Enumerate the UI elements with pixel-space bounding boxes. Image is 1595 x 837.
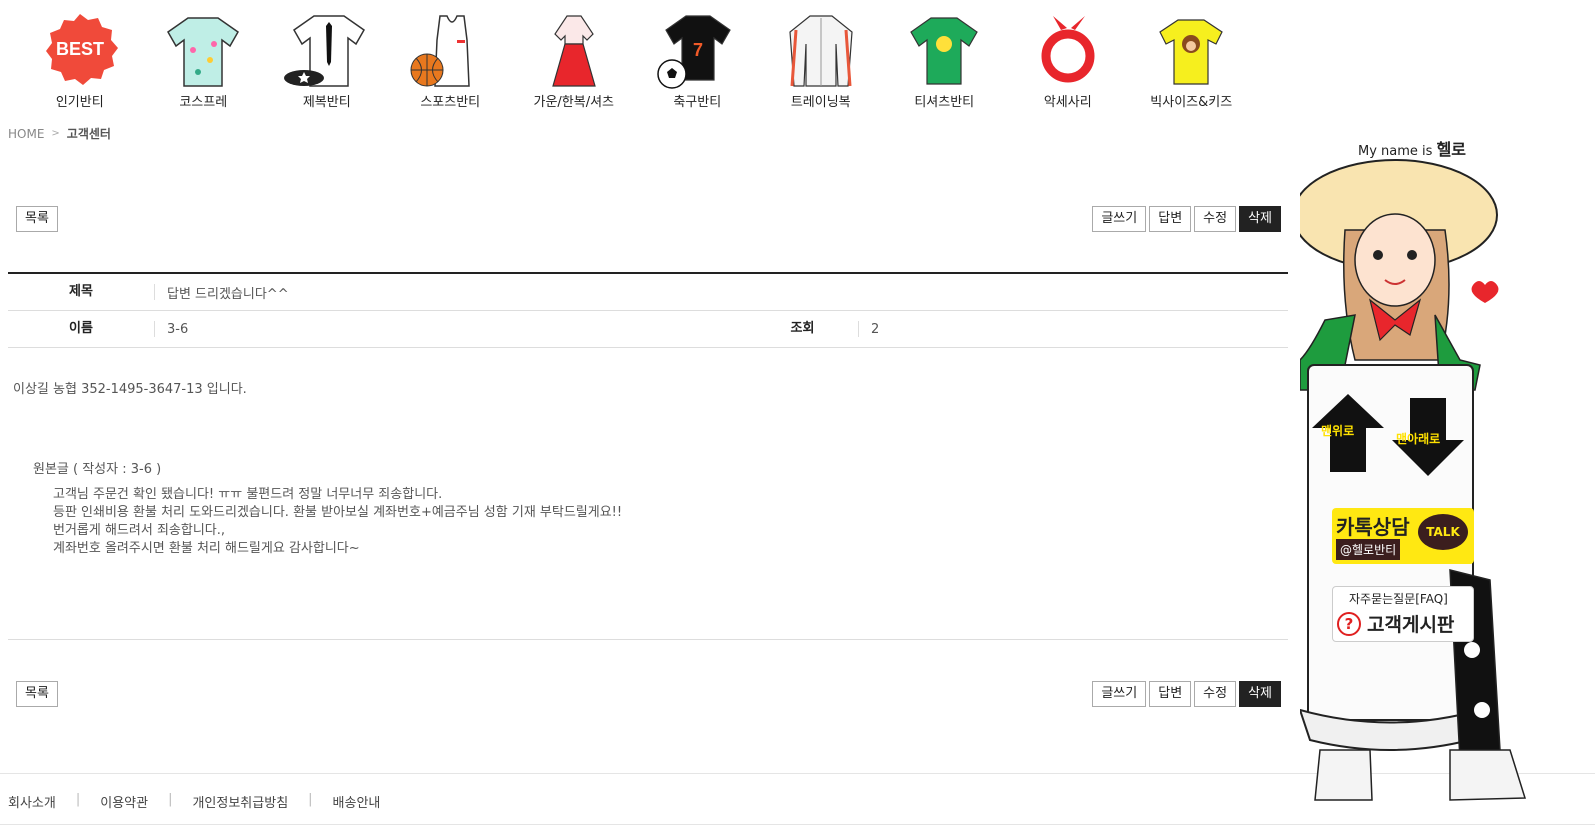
post-content: 이상길 농협 352-1495-3647-13 입니다. 원본글 ( 작성자 :… (8, 344, 1288, 640)
category-accessory[interactable]: 악세사리 (1006, 10, 1130, 110)
scroll-top-button[interactable]: 맨위로 (1308, 392, 1388, 474)
edit-button[interactable]: 수정 (1194, 206, 1237, 232)
category-tshirt[interactable]: 티셔츠반티 (883, 10, 1007, 110)
category-label: 가운/한복/셔츠 (533, 95, 615, 110)
original-line: 번거롭게 해드려서 죄송합니다., (53, 523, 226, 538)
delete-button[interactable]: 삭제 (1239, 681, 1281, 707)
scroll-top-label: 맨위로 (1321, 424, 1355, 438)
category-cosplay[interactable]: 코스프레 (142, 10, 266, 110)
scroll-bottom-button[interactable]: 맨아래로 (1388, 396, 1468, 478)
original-line: 등판 인쇄비용 환불 처리 도와드리겠습니다. 환불 받아보실 계좌번호+예금주… (53, 505, 623, 520)
category-label: 축구반티 (673, 95, 722, 110)
divider: | (168, 792, 173, 807)
original-line: 계좌번호 올려주시면 환불 처리 해드릴게요 감사합니다~ (53, 541, 360, 556)
svg-text:7: 7 (693, 40, 703, 60)
list-button[interactable]: 목록 (16, 681, 58, 707)
category-nav: BEST 인기반티 코스프레 제복반티 스포츠반티 가운/한복/셔츠 7 축구반… (18, 10, 1253, 110)
footer-link-privacy[interactable]: 개인정보취급방침 (192, 792, 288, 811)
category-label: 제복반티 (302, 95, 351, 110)
footer-links: 회사소개 | 이용약관 | 개인정보취급방침 | 배송안내 (8, 792, 380, 811)
subject-label: 제목 (8, 284, 155, 300)
category-gown-hanbok[interactable]: 가운/한복/셔츠 (512, 10, 636, 110)
side-quick-menu: My name is 헬로 맨위로 맨아래로 카톡상담 @헬로반티 TALK 자… (1300, 130, 1580, 820)
customer-board-button[interactable]: 자주묻는질문[FAQ] ? 고객게시판 (1332, 586, 1474, 642)
footer-link-terms[interactable]: 이용약관 (100, 792, 148, 811)
category-label: 티셔츠반티 (914, 95, 975, 110)
kakao-talk-title: 카톡상담 (1336, 515, 1410, 539)
question-icon: ? (1337, 612, 1361, 636)
track-jacket-icon (789, 15, 853, 87)
original-line: 고객님 주문건 확인 됐습니다! ㅠㅠ 불편드려 정말 너무너무 죄송합니다. (53, 487, 443, 502)
views-label: 조회 (747, 321, 859, 337)
hawaiian-shirt-icon (167, 17, 240, 87)
post-body: 이상길 농협 352-1495-3647-13 입니다. (13, 382, 247, 397)
list-button[interactable]: 목록 (16, 206, 58, 232)
reply-button[interactable]: 답변 (1149, 206, 1192, 232)
best-badge-icon: BEST (45, 14, 118, 85)
faq-small-label: 자주묻는질문[FAQ] (1349, 592, 1448, 606)
original-post-body: 고객님 주문건 확인 됐습니다! ㅠㅠ 불편드려 정말 너무너무 죄송합니다. … (53, 486, 622, 558)
faq-big-label: 고객게시판 (1367, 614, 1455, 636)
delete-button[interactable]: 삭제 (1239, 206, 1281, 232)
category-label: 인기반티 (55, 95, 104, 110)
mascot-illustration (1300, 159, 1527, 801)
breadcrumb-current: 고객센터 (66, 127, 111, 141)
kakao-talk-id: @헬로반티 (1336, 539, 1401, 560)
soccer-jersey-icon: 7 (657, 15, 732, 89)
write-button[interactable]: 글쓰기 (1092, 206, 1147, 232)
category-sports[interactable]: 스포츠반티 (389, 10, 513, 110)
footer-link-shipping[interactable]: 배송안내 (333, 792, 381, 811)
chevron-right-icon: > (51, 128, 60, 139)
subject-value: 답변 드리겠습니다^^ (167, 286, 289, 302)
breadcrumb: HOME > 고객센터 (8, 125, 111, 142)
write-button[interactable]: 글쓰기 (1092, 681, 1147, 707)
category-popular[interactable]: BEST 인기반티 (18, 10, 142, 110)
category-uniform[interactable]: 제복반티 (265, 10, 389, 110)
reply-button[interactable]: 답변 (1149, 681, 1192, 707)
basketball-jersey-icon (410, 15, 471, 87)
original-post-header: 원본글 ( 작성자 : 3-6 ) (33, 462, 162, 477)
category-label: 코스프레 (179, 95, 228, 110)
scroll-bottom-label: 맨아래로 (1396, 432, 1441, 446)
talk-bubble-icon: TALK (1418, 514, 1468, 550)
breadcrumb-home[interactable]: HOME (8, 127, 44, 141)
category-training[interactable]: 트레이닝복 (759, 10, 883, 110)
hanbok-icon (551, 15, 596, 87)
name-value: 3-6 (167, 321, 189, 337)
divider: | (308, 792, 313, 807)
views-value: 2 (871, 321, 880, 337)
kakao-talk-button[interactable]: 카톡상담 @헬로반티 TALK (1332, 508, 1474, 564)
subject-row: 제목 답변 드리겠습니다^^ (8, 274, 1288, 311)
category-label: 악세사리 (1043, 95, 1092, 110)
svg-text:BEST: BEST (56, 39, 104, 59)
uniform-shirt-icon (283, 15, 365, 87)
author-row: 이름 3-6 조회 2 (8, 311, 1288, 348)
category-bigsize-kids[interactable]: 빅사이즈&키즈 (1130, 10, 1254, 110)
footer-link-company[interactable]: 회사소개 (8, 792, 56, 811)
bandana-icon (1041, 16, 1095, 83)
divider: | (75, 792, 81, 807)
category-label: 스포츠반티 (420, 95, 481, 110)
category-label: 빅사이즈&키즈 (1150, 95, 1233, 110)
edit-button[interactable]: 수정 (1194, 681, 1237, 707)
monkey-tshirt-icon (1159, 19, 1224, 85)
post-meta-table: 제목 답변 드리겠습니다^^ 이름 3-6 조회 2 (8, 272, 1288, 348)
green-tshirt-icon (910, 17, 979, 85)
category-soccer[interactable]: 7 축구반티 (636, 10, 760, 110)
category-label: 트레이닝복 (790, 95, 851, 110)
name-label: 이름 (8, 321, 155, 337)
